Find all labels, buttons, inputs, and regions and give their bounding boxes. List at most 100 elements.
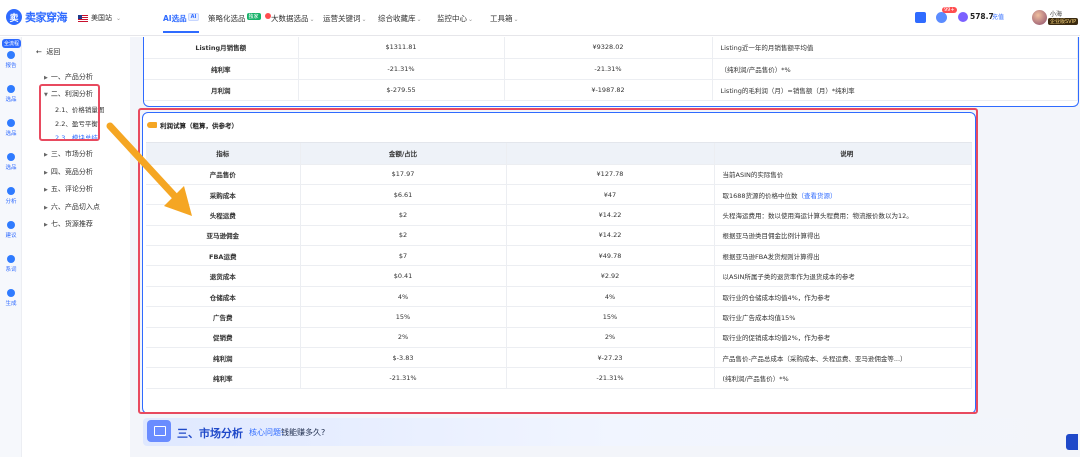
rail-label: 报告 bbox=[5, 63, 17, 69]
cell-cny: ¥9328.02 bbox=[504, 37, 713, 59]
profit-calc-table: 指标 金额/占比 说明 产品售价 $17.97 ¥127.78 当前ASIN的实际售价… bbox=[146, 143, 972, 389]
cell-usd: $2 bbox=[300, 225, 507, 247]
triangle-right-icon: ▶ bbox=[44, 170, 48, 176]
outline-item-product[interactable]: ▶ 一、产品分析 bbox=[44, 72, 93, 82]
outline-item-entry-point[interactable]: ▶ 六、产品切入点 bbox=[44, 202, 100, 212]
cell-desc: 根据亚马逊类目佣金比例计算得出 bbox=[714, 225, 972, 247]
cell-desc: 取行业广告成本均值15% bbox=[714, 306, 972, 328]
exclusive-badge: 独家 bbox=[246, 13, 261, 20]
username: 小海 bbox=[1050, 11, 1063, 18]
cell-name: 纯利率 bbox=[146, 367, 301, 389]
header-desc: 说明 bbox=[714, 143, 972, 165]
select-icon bbox=[7, 85, 15, 93]
rail-item-keywords[interactable]: 系词 bbox=[0, 255, 22, 273]
rail-label: 建议 bbox=[5, 233, 17, 239]
section-question: 钱能赚多久? bbox=[281, 428, 326, 437]
outline-label: 一、产品分析 bbox=[50, 73, 93, 81]
outline-label: 三、市场分析 bbox=[50, 150, 93, 158]
section-sub: 核心问题: bbox=[249, 428, 284, 437]
nav-label: 监控中心 bbox=[437, 14, 467, 23]
triangle-right-icon: ▶ bbox=[44, 152, 48, 158]
message-count-badge: 99+ bbox=[942, 7, 957, 13]
cell-cny: ¥127.78 bbox=[506, 164, 715, 185]
highlight-box-outline bbox=[39, 84, 100, 141]
rail-item-select-3[interactable]: 选品 bbox=[0, 153, 22, 171]
nav-collection[interactable]: 综合收藏库⌄ bbox=[378, 13, 422, 24]
nav-monitor[interactable]: 监控中心⌄ bbox=[437, 13, 473, 24]
cell-cny: ¥14.22 bbox=[506, 225, 715, 247]
cell-usd: $-279.55 bbox=[298, 79, 505, 101]
cell-desc: Listing的毛利润（月）=销售额（月）*纯利率 bbox=[712, 79, 1078, 101]
cell-name: Listing月销售额 bbox=[144, 37, 299, 59]
nav-toolbox[interactable]: 工具箱⌄ bbox=[490, 13, 519, 24]
header-blank bbox=[506, 143, 715, 165]
nav-ai-selection[interactable]: AI选品 AI bbox=[163, 13, 200, 33]
section-title: 三、市场分析 bbox=[177, 427, 243, 440]
cell-name: 退货成本 bbox=[146, 265, 301, 287]
cell-usd: $7 bbox=[300, 245, 507, 267]
nav-label: AI选品 bbox=[163, 14, 187, 23]
rail-item-select-2[interactable]: 选品 bbox=[0, 119, 22, 137]
site-label: 美国站 bbox=[91, 14, 112, 22]
back-label: 返回 bbox=[46, 48, 61, 56]
cell-cny: 15% bbox=[506, 306, 715, 328]
desc-text: 当前ASIN的实际售价 bbox=[722, 171, 784, 180]
cell-name: 仓储成本 bbox=[146, 286, 301, 308]
select-icon bbox=[7, 119, 15, 127]
outline-item-sourcing[interactable]: ▶ 七、货源推荐 bbox=[44, 219, 93, 229]
rail-item-advice[interactable]: 建议 bbox=[0, 221, 22, 239]
cell-name: 促销费 bbox=[146, 327, 301, 349]
avatar[interactable] bbox=[1032, 10, 1047, 25]
cell-desc: Listing近一年的月销售额平均值 bbox=[712, 37, 1078, 59]
chevron-down-icon: ⌄ bbox=[513, 16, 519, 23]
table-header-row: 指标 金额/占比 说明 bbox=[146, 143, 972, 165]
chart-board-icon bbox=[147, 420, 171, 442]
table-row: 退货成本 $0.41 ¥2.92 以ASIN所属子类的退货率作为退货成本的参考 bbox=[146, 265, 972, 287]
desc-text: 根据亚马逊FBA发货规则计算得出 bbox=[722, 252, 820, 261]
desc-text: 取行业广告成本均值15% bbox=[722, 313, 796, 322]
rail-item-report[interactable]: 报告 bbox=[0, 51, 22, 69]
desc-text: 取行业的促销成本均值2%，作为参考 bbox=[722, 334, 831, 343]
outline-label: 七、货源推荐 bbox=[50, 220, 93, 228]
outline-item-market[interactable]: ▶ 三、市场分析 bbox=[44, 149, 93, 159]
recharge-link[interactable]: 充值 bbox=[992, 12, 1004, 21]
desc-text: (纯利润/产品售价）*% bbox=[722, 375, 789, 384]
top-navbar: 卖 卖家穿海 美国站 ⌄ AI选品 AI 策略化选品 独家 大数据选品⌄ 运营关键词… bbox=[0, 0, 1080, 36]
edit-icon[interactable] bbox=[915, 12, 926, 23]
cell-usd: $0.41 bbox=[300, 265, 507, 287]
bell-icon[interactable] bbox=[936, 12, 947, 23]
back-button[interactable]: ← 返回 bbox=[36, 47, 60, 57]
rail-label: 分析 bbox=[5, 199, 17, 205]
cell-desc: (纯利润/产品售价）*% bbox=[714, 367, 972, 389]
chevron-down-icon: ⌄ bbox=[468, 16, 474, 23]
desc-text: 取行业的仓储成本均值4%，作为参考 bbox=[722, 293, 831, 302]
desc-text: 根据亚马逊类目佣金比例计算得出 bbox=[722, 232, 821, 241]
site-selector[interactable]: 美国站 ⌄ bbox=[78, 13, 121, 23]
rail-item-select-1[interactable]: 选品 bbox=[0, 85, 22, 103]
rail-label: 生成 bbox=[5, 301, 17, 307]
points-coin-icon bbox=[958, 12, 968, 22]
brand-logo[interactable]: 卖 卖家穿海 bbox=[6, 9, 68, 25]
nav-bigdata-selection[interactable]: 大数据选品⌄ bbox=[264, 13, 315, 24]
cell-name: 纯利率 bbox=[144, 58, 299, 80]
cell-usd: 4% bbox=[300, 286, 507, 308]
outline-item-reviews[interactable]: ▶ 五、评论分析 bbox=[44, 184, 93, 194]
nav-label: 大数据选品 bbox=[271, 14, 309, 23]
triangle-right-icon: ▶ bbox=[44, 187, 48, 193]
table-row: FBA运费 $7 ¥49.78 根据亚马逊FBA发货规则计算得出 bbox=[146, 245, 972, 267]
desc-text: 头程海运费用：数以使用海运计算头程费用：物流报价数以为12。 bbox=[722, 211, 913, 220]
cell-name: 广告费 bbox=[146, 306, 301, 328]
table-row: 广告费 15% 15% 取行业广告成本均值15% bbox=[146, 306, 972, 328]
cell-name: 纯利润 bbox=[146, 347, 301, 369]
table-row: Listing月销售额 $1311.81 ¥9328.02 Listing近一年… bbox=[144, 37, 1078, 59]
cell-usd: -21.31% bbox=[300, 367, 507, 389]
feedback-button[interactable] bbox=[1066, 434, 1078, 450]
outline-item-competitor[interactable]: ▶ 四、竞品分析 bbox=[44, 167, 93, 177]
rail-item-analysis[interactable]: 分析 bbox=[0, 187, 22, 205]
nav-strategy-selection[interactable]: 策略化选品 独家 bbox=[208, 13, 261, 24]
view-source-link[interactable]: （查看货源） bbox=[798, 192, 837, 200]
arrow-left-icon: ← bbox=[36, 48, 42, 56]
cell-cny: 4% bbox=[506, 286, 715, 308]
nav-keywords[interactable]: 运营关键词⌄ bbox=[323, 13, 367, 24]
rail-item-generate[interactable]: 生成 bbox=[0, 289, 22, 307]
